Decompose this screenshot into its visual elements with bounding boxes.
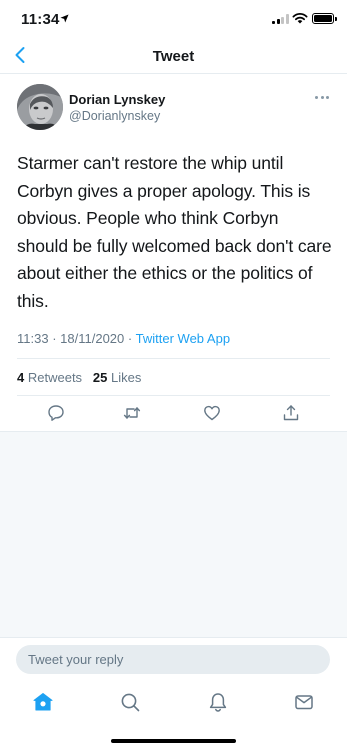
tweet-actions (0, 404, 347, 428)
reply-icon[interactable] (47, 404, 65, 422)
battery-icon (312, 13, 334, 24)
location-arrow-icon (60, 14, 69, 23)
tweet-time: 11:33 (17, 331, 49, 346)
cellular-signal-icon (272, 14, 289, 24)
likes-count-link[interactable]: 25 Likes (93, 370, 141, 385)
divider (17, 395, 330, 396)
share-icon[interactable] (282, 404, 300, 422)
tweet-source-link[interactable]: Twitter Web App (136, 331, 230, 346)
tweet-date: 18/11/2020 (60, 331, 125, 346)
reply-input[interactable] (16, 645, 330, 674)
notifications-icon[interactable] (207, 691, 229, 713)
status-time: 11:34 (21, 11, 60, 28)
nav-bar: Tweet (0, 40, 347, 74)
like-icon[interactable] (203, 404, 221, 422)
more-options-icon[interactable] (315, 96, 329, 100)
avatar[interactable] (17, 84, 63, 130)
retweets-count-link[interactable]: 4 Retweets (17, 370, 82, 385)
status-bar: 11:34 (0, 0, 347, 40)
wifi-icon (292, 12, 308, 24)
tweet-text: Starmer can't restore the whip until Cor… (17, 153, 332, 311)
home-indicator[interactable] (111, 739, 236, 743)
tweet-meta: 11:33 · 18/11/2020 · Twitter Web App (17, 331, 230, 346)
search-icon[interactable] (119, 691, 141, 713)
engagement-counts: 4 Retweets 25 Likes (17, 370, 141, 385)
retweet-icon[interactable] (123, 404, 141, 422)
reply-bar (0, 637, 347, 681)
divider (17, 358, 330, 359)
messages-icon[interactable] (293, 691, 315, 713)
meta-separator: · (52, 331, 57, 346)
home-icon[interactable] (32, 691, 54, 713)
page-title: Tweet (152, 48, 195, 65)
author-name[interactable]: Dorian Lynskey (69, 92, 165, 107)
replies-area (0, 431, 347, 637)
author-handle[interactable]: @Dorianlynskey (69, 109, 160, 123)
meta-separator: · (127, 331, 133, 346)
